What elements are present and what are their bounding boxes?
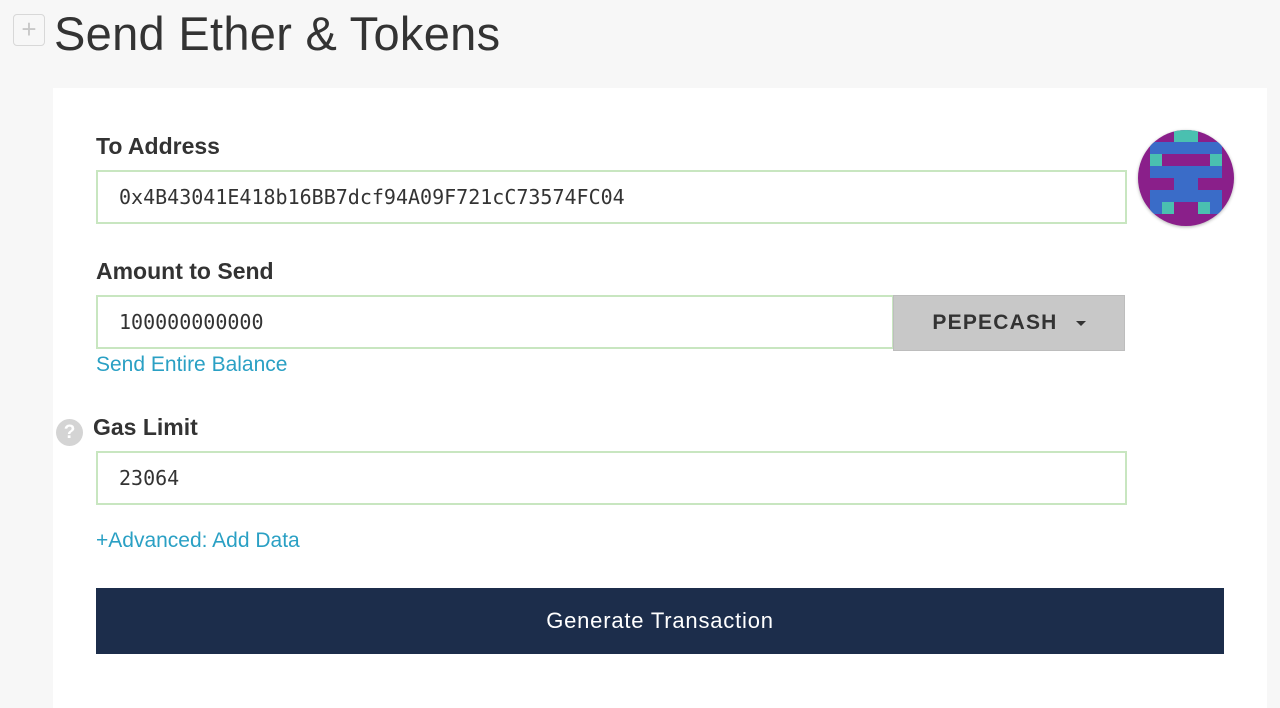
caret-down-icon — [1075, 320, 1086, 326]
token-dropdown[interactable]: PEPECASH — [893, 295, 1125, 351]
generate-transaction-button[interactable]: Generate Transaction — [96, 588, 1224, 654]
send-entire-balance-link[interactable]: Send Entire Balance — [96, 353, 287, 377]
help-icon[interactable]: ? — [56, 419, 83, 446]
amount-input[interactable]: 100000000000 — [96, 295, 894, 349]
send-form-card: To Address 0x4B43041E418b16BB7dcf94A09F7… — [53, 88, 1267, 708]
page-header: + Send Ether & Tokens — [0, 0, 1280, 80]
plus-icon[interactable]: + — [13, 14, 45, 46]
gas-limit-label: Gas Limit — [93, 414, 198, 440]
advanced-add-data-link[interactable]: +Advanced: Add Data — [96, 529, 300, 553]
amount-label: Amount to Send — [96, 258, 274, 284]
page-title: Send Ether & Tokens — [54, 7, 501, 60]
to-address-label: To Address — [96, 133, 220, 159]
address-identicon — [1138, 130, 1234, 226]
token-dropdown-label: PEPECASH — [932, 311, 1058, 334]
to-address-input[interactable]: 0x4B43041E418b16BB7dcf94A09F721cC73574FC… — [96, 170, 1127, 224]
gas-limit-input[interactable]: 23064 — [96, 451, 1127, 505]
